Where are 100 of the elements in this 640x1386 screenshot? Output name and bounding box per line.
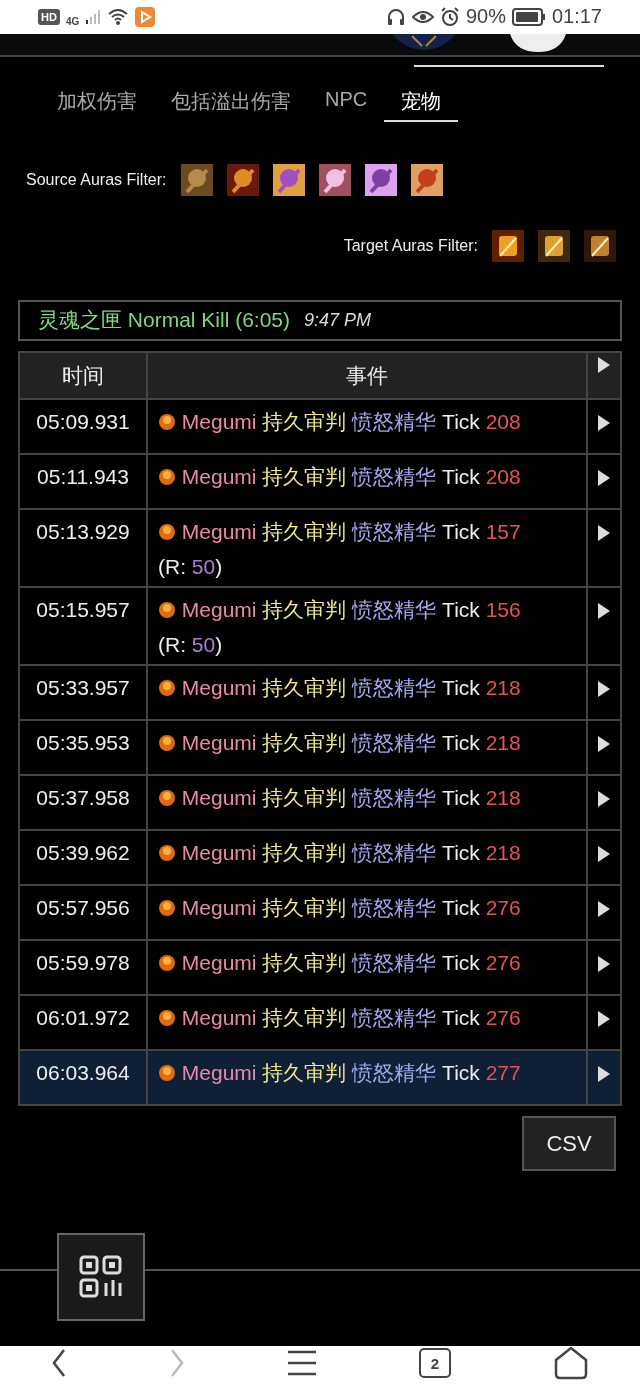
target-name[interactable]: 愤怒精华 xyxy=(352,786,437,810)
source-name[interactable]: Megumi xyxy=(181,1061,257,1085)
ability-name[interactable]: 持久审判 xyxy=(262,896,347,920)
ability-name[interactable]: 持久审判 xyxy=(262,841,347,865)
source-name[interactable]: Megumi xyxy=(181,598,257,622)
ability-name[interactable]: 持久审判 xyxy=(262,520,347,544)
table-row[interactable]: 05:13.929 Megumi 持久审判 愤怒精华 Tick 157 (R: 50) xyxy=(19,509,621,588)
time-cell: 05:33.957 xyxy=(19,665,147,721)
play-icon xyxy=(598,603,610,620)
expand-cell[interactable] xyxy=(587,1050,621,1106)
table-row[interactable]: 05:57.956 Megumi 持久审判 愤怒精华 Tick 276 xyxy=(19,885,621,941)
target-name[interactable]: 愤怒精华 xyxy=(352,676,437,700)
expand-cell[interactable] xyxy=(587,720,621,776)
ability-name[interactable]: 持久审判 xyxy=(262,731,347,755)
fight-name[interactable]: 灵魂之匣 Normal Kill (6:05) xyxy=(38,306,291,335)
resist-text: (R: 50) xyxy=(158,632,223,659)
aura-icon[interactable] xyxy=(364,163,397,196)
source-name[interactable]: Megumi xyxy=(181,841,257,865)
play-icon xyxy=(598,357,610,374)
source-name[interactable]: Megumi xyxy=(181,786,257,810)
expand-cell[interactable] xyxy=(587,775,621,831)
orb-icon xyxy=(158,413,176,432)
aura-icon[interactable] xyxy=(410,163,443,196)
table-row[interactable]: 05:39.962 Megumi 持久审判 愤怒精华 Tick 218 xyxy=(19,830,621,886)
home-icon[interactable] xyxy=(553,1346,589,1380)
aura-icon[interactable] xyxy=(584,229,616,262)
expand-cell[interactable] xyxy=(587,885,621,941)
expand-cell[interactable] xyxy=(587,830,621,886)
ability-name[interactable]: 持久审判 xyxy=(262,1061,347,1085)
back-icon[interactable] xyxy=(51,1348,67,1378)
table-row[interactable]: 05:37.958 Megumi 持久审判 愤怒精华 Tick 218 xyxy=(19,775,621,831)
tab[interactable]: 加权伤害 xyxy=(40,81,154,122)
tab[interactable]: NPC xyxy=(308,81,385,122)
hit-type: Tick xyxy=(442,786,480,810)
ability-name[interactable]: 持久审判 xyxy=(262,786,347,810)
table-row[interactable]: 06:03.964 Megumi 持久审判 愤怒精华 Tick 277 xyxy=(19,1050,621,1106)
source-name[interactable]: Megumi xyxy=(181,676,257,700)
tab[interactable]: 宠物 xyxy=(384,81,459,122)
aura-icon[interactable] xyxy=(318,163,351,196)
expand-cell[interactable] xyxy=(587,995,621,1051)
ability-name[interactable]: 持久审判 xyxy=(262,598,347,622)
expand-cell[interactable] xyxy=(587,399,621,455)
aura-icon[interactable] xyxy=(538,229,570,262)
qr-code-icon xyxy=(79,1255,123,1300)
ability-name[interactable]: 持久审判 xyxy=(262,1006,347,1030)
tabs-button[interactable]: 2 xyxy=(419,1348,451,1378)
hit-type: Tick xyxy=(442,598,480,622)
table-row[interactable]: 05:09.931 Megumi 持久审判 愤怒精华 Tick 208 xyxy=(19,399,621,455)
ability-name[interactable]: 持久审判 xyxy=(262,465,347,489)
aura-icon[interactable] xyxy=(272,163,305,196)
target-name[interactable]: 愤怒精华 xyxy=(352,951,437,975)
expand-cell[interactable] xyxy=(587,352,621,400)
ability-name[interactable]: 持久审判 xyxy=(262,676,347,700)
target-name[interactable]: 愤怒精华 xyxy=(352,520,437,544)
source-name[interactable]: Megumi xyxy=(181,410,257,434)
amount: 218 xyxy=(485,731,521,755)
source-name[interactable]: Megumi xyxy=(181,731,257,755)
amount: 276 xyxy=(485,1006,521,1030)
table-row[interactable]: 05:35.953 Megumi 持久审判 愤怒精华 Tick 218 xyxy=(19,720,621,776)
menu-icon[interactable] xyxy=(287,1349,317,1377)
amount: 208 xyxy=(485,465,521,489)
source-name[interactable]: Megumi xyxy=(181,951,257,975)
table-row[interactable]: 06:01.972 Megumi 持久审判 愤怒精华 Tick 276 xyxy=(19,995,621,1051)
battery-percent: 90% xyxy=(465,5,506,29)
tab[interactable]: 包括溢出伤害 xyxy=(154,81,308,122)
table-row[interactable]: 05:33.957 Megumi 持久审判 愤怒精华 Tick 218 xyxy=(19,665,621,721)
ability-name[interactable]: 持久审判 xyxy=(262,951,347,975)
source-name[interactable]: Megumi xyxy=(181,1006,257,1030)
orb-icon xyxy=(158,954,176,973)
play-icon xyxy=(598,901,610,918)
qr-code-button[interactable] xyxy=(57,1233,145,1322)
play-icon xyxy=(598,1011,610,1028)
target-name[interactable]: 愤怒精华 xyxy=(352,465,437,489)
expand-cell[interactable] xyxy=(587,587,621,666)
target-name[interactable]: 愤怒精华 xyxy=(352,731,437,755)
play-icon xyxy=(598,525,610,542)
table-row[interactable]: 05:59.978 Megumi 持久审判 愤怒精华 Tick 276 xyxy=(19,940,621,996)
target-name[interactable]: 愤怒精华 xyxy=(352,598,437,622)
table-row[interactable]: 05:15.957 Megumi 持久审判 愤怒精华 Tick 156 (R: 50) xyxy=(19,587,621,666)
wifi-icon xyxy=(107,7,130,26)
target-name[interactable]: 愤怒精华 xyxy=(352,1006,437,1030)
ability-name[interactable]: 持久审判 xyxy=(262,410,347,434)
expand-cell[interactable] xyxy=(587,940,621,996)
target-name[interactable]: 愤怒精华 xyxy=(352,841,437,865)
expand-cell[interactable] xyxy=(587,509,621,588)
csv-button[interactable]: CSV xyxy=(522,1116,616,1172)
expand-cell[interactable] xyxy=(587,665,621,721)
aura-icon[interactable] xyxy=(492,229,524,262)
expand-cell[interactable] xyxy=(587,454,621,510)
table-row[interactable]: 05:11.943 Megumi 持久审判 愤怒精华 Tick 208 xyxy=(19,454,621,510)
source-name[interactable]: Megumi xyxy=(181,520,257,544)
source-name[interactable]: Megumi xyxy=(181,896,257,920)
aura-icon[interactable] xyxy=(226,163,259,196)
source-name[interactable]: Megumi xyxy=(181,465,257,489)
target-name[interactable]: 愤怒精华 xyxy=(352,410,437,434)
target-name[interactable]: 愤怒精华 xyxy=(352,1061,437,1085)
target-name[interactable]: 愤怒精华 xyxy=(352,896,437,920)
aura-icon[interactable] xyxy=(180,163,213,196)
time-cell: 06:01.972 xyxy=(19,995,147,1051)
hit-type: Tick xyxy=(442,841,480,865)
